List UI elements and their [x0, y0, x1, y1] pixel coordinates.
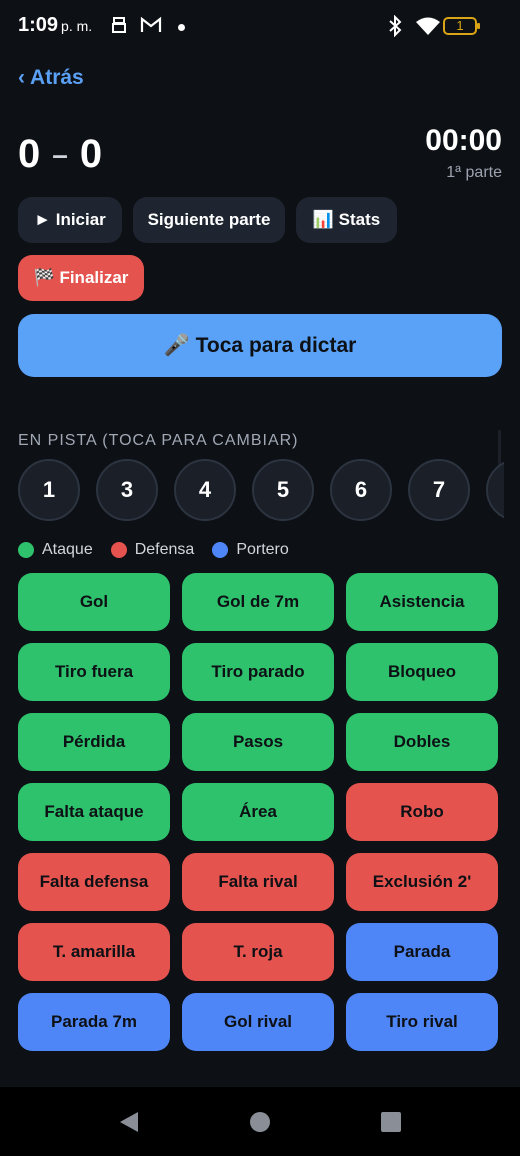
- legend: Ataque Defensa Portero: [18, 540, 307, 560]
- action-button[interactable]: Tiro rival: [346, 993, 498, 1051]
- notification-dot-icon: [178, 24, 185, 31]
- action-button[interactable]: T. roja: [182, 923, 334, 981]
- start-button[interactable]: ► Iniciar: [18, 197, 122, 243]
- action-button[interactable]: Bloqueo: [346, 643, 498, 701]
- action-button[interactable]: Gol de 7m: [182, 573, 334, 631]
- action-button[interactable]: Parada: [346, 923, 498, 981]
- defense-swatch: [110, 542, 127, 558]
- app-notification-icon: [112, 17, 126, 33]
- player-chip[interactable]: [486, 459, 504, 521]
- player-chip[interactable]: 6: [330, 459, 392, 521]
- wifi-icon: [416, 17, 440, 35]
- action-button[interactable]: Dobles: [346, 713, 498, 771]
- action-button[interactable]: Gol: [18, 573, 170, 631]
- score-separator: –: [52, 139, 68, 170]
- action-button[interactable]: Tiro fuera: [18, 643, 170, 701]
- back-link[interactable]: ‹ Atrás: [18, 66, 84, 90]
- gmail-icon: [140, 16, 162, 32]
- player-chip[interactable]: 4: [174, 459, 236, 521]
- player-chip[interactable]: 1: [18, 459, 80, 521]
- match-clock: 00:00: [425, 124, 502, 157]
- away-score: 0: [79, 132, 103, 176]
- action-button[interactable]: Asistencia: [346, 573, 498, 631]
- match-period: 1ª parte: [446, 164, 502, 181]
- action-button[interactable]: Área: [182, 783, 334, 841]
- action-button[interactable]: Falta rival: [182, 853, 334, 911]
- on-court-label: EN PISTA (TOCA PARA CAMBIAR): [18, 432, 299, 449]
- battery-icon: 1: [443, 17, 480, 35]
- action-button[interactable]: Parada 7m: [18, 993, 170, 1051]
- dictate-button[interactable]: 🎤 Toca para dictar: [18, 314, 502, 377]
- action-button[interactable]: Pasos: [182, 713, 334, 771]
- action-button[interactable]: Exclusión 2': [346, 853, 498, 911]
- action-button[interactable]: Falta ataque: [18, 783, 170, 841]
- nav-recents-icon[interactable]: [380, 1111, 402, 1133]
- system-nav-bar: [0, 1087, 520, 1156]
- action-button[interactable]: Robo: [346, 783, 498, 841]
- scoreboard: 0–0: [18, 132, 102, 177]
- finish-button[interactable]: 🏁 Finalizar: [18, 255, 144, 301]
- bluetooth-icon: [389, 15, 402, 37]
- nav-back-icon[interactable]: [118, 1110, 140, 1134]
- player-chip[interactable]: 7: [408, 459, 470, 521]
- nav-home-icon[interactable]: [249, 1111, 271, 1133]
- next-period-button[interactable]: Siguiente parte: [133, 197, 285, 243]
- action-button[interactable]: Gol rival: [182, 993, 334, 1051]
- action-button[interactable]: Tiro parado: [182, 643, 334, 701]
- stats-button[interactable]: 📊 Stats: [296, 197, 397, 243]
- action-button[interactable]: Falta defensa: [18, 853, 170, 911]
- players-row: 1 3 4 5 6 7: [18, 459, 504, 521]
- legend-item-goalkeeper: Portero: [212, 541, 289, 559]
- status-bar: 1:09 p. m. 1: [0, 0, 520, 54]
- attack-swatch: [18, 542, 34, 558]
- action-button[interactable]: T. amarilla: [18, 923, 170, 981]
- legend-item-attack: Ataque: [18, 541, 93, 559]
- legend-item-defense: Defensa: [110, 541, 194, 559]
- status-time: 1:09 p. m.: [18, 14, 93, 36]
- action-button[interactable]: Pérdida: [18, 713, 170, 771]
- home-score: 0: [18, 132, 41, 176]
- player-chip[interactable]: 5: [252, 459, 314, 521]
- player-chip[interactable]: 3: [96, 459, 158, 521]
- goalkeeper-swatch: [212, 542, 229, 558]
